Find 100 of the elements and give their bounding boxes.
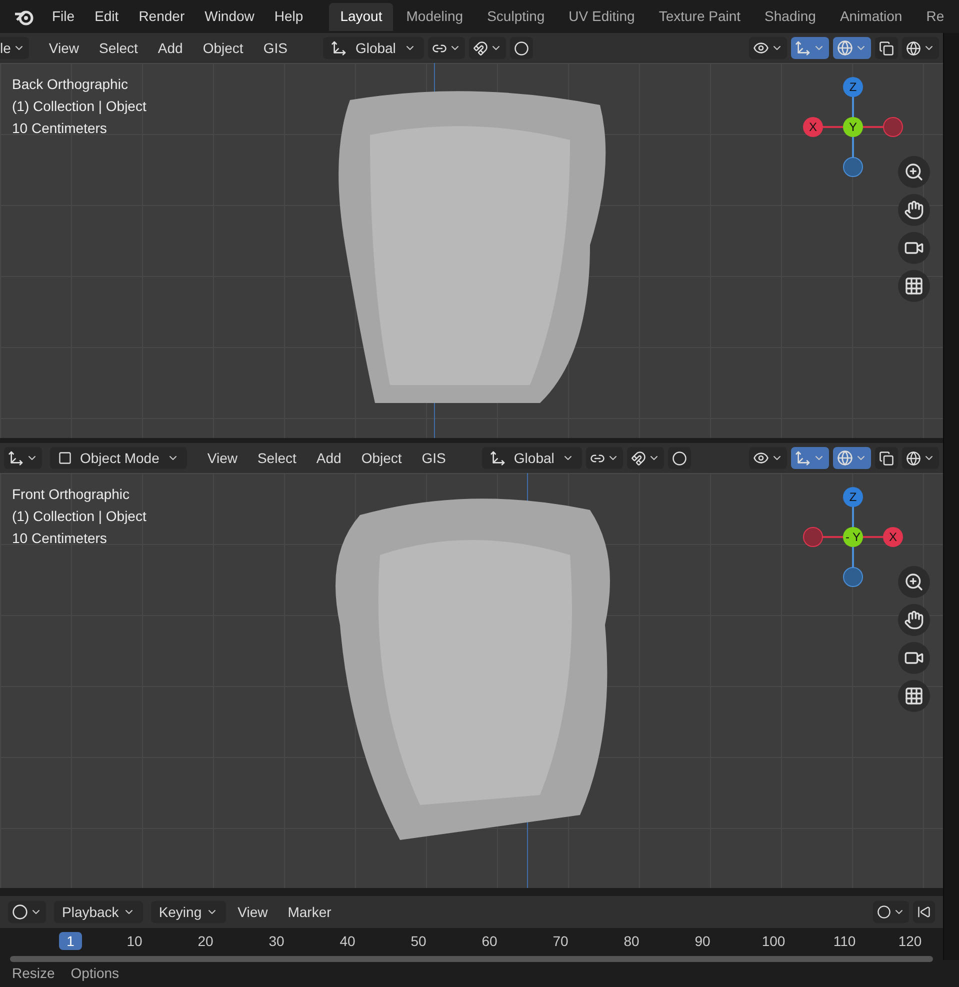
proportional-button[interactable] xyxy=(510,37,533,59)
workspace-tab[interactable]: Sculpting xyxy=(476,2,556,30)
magnet-icon xyxy=(472,40,488,56)
axis-y-handle[interactable]: - Y xyxy=(843,527,863,547)
workspace-tab[interactable]: Animation xyxy=(828,2,914,30)
timeline-dropdown[interactable]: Playback xyxy=(54,901,143,923)
navigation-button[interactable] xyxy=(898,270,930,302)
squares-icon xyxy=(879,40,894,56)
frame-number[interactable]: 90 xyxy=(667,930,738,952)
globe-icon xyxy=(837,450,853,466)
viewport-info-text: (1) Collection | Object xyxy=(12,507,146,526)
circle-icon xyxy=(877,905,891,919)
axis-z-handle[interactable]: Z xyxy=(843,487,863,507)
timeline-dropdown[interactable]: Keying xyxy=(150,901,226,923)
mode-dropdown[interactable]: Object Mode xyxy=(50,447,188,469)
workspace-tab[interactable]: Layout xyxy=(329,2,394,30)
menu-item[interactable]: GIS xyxy=(255,37,296,59)
workspace-tab[interactable]: Re xyxy=(915,2,956,30)
axes-icon xyxy=(8,450,24,466)
visibility-button[interactable] xyxy=(749,37,787,59)
shading-button[interactable] xyxy=(902,37,939,59)
jump-start-button[interactable] xyxy=(913,901,935,923)
visibility-button[interactable] xyxy=(749,447,787,469)
viewport-info-text: 10 Centimeters xyxy=(12,529,108,548)
menu-item[interactable]: Window xyxy=(194,6,264,27)
navigation-button[interactable] xyxy=(898,680,930,712)
gizmo-button[interactable] xyxy=(791,37,829,59)
frame-number[interactable]: 60 xyxy=(454,930,525,952)
pivot-button[interactable] xyxy=(586,447,624,469)
frame-number[interactable]: 110 xyxy=(809,930,880,952)
arrows-icon xyxy=(795,450,811,466)
circle-icon xyxy=(514,40,529,56)
axes-icon xyxy=(331,40,348,56)
shading-button[interactable] xyxy=(902,447,939,469)
xray-button[interactable] xyxy=(875,447,898,469)
axis-handle[interactable] xyxy=(843,567,863,587)
viewport-canvas[interactable]: Back Orthographic (1) Collection | Object 10 Centimeters Z X Y xyxy=(0,63,943,438)
overlay-button[interactable] xyxy=(833,37,871,59)
sphere-icon xyxy=(906,450,921,466)
globe-icon xyxy=(837,40,853,56)
timeline-scrollbar[interactable] xyxy=(0,954,943,964)
keyframe-button[interactable] xyxy=(873,901,909,923)
viewport-canvas[interactable]: Front Orthographic (1) Collection | Object 10 Centimeters Z - Y X xyxy=(0,473,943,888)
xray-button[interactable] xyxy=(875,37,898,59)
workspace-tab[interactable]: Shading xyxy=(754,2,827,30)
snap-button[interactable] xyxy=(627,447,664,469)
frame-number[interactable]: 40 xyxy=(312,930,383,952)
menu-item[interactable]: Add xyxy=(308,447,350,469)
menu-item[interactable]: Add xyxy=(150,37,191,59)
workspace-tab[interactable]: Modeling xyxy=(395,2,474,30)
menu-item[interactable]: View xyxy=(230,901,276,923)
frame-number[interactable]: 80 xyxy=(596,930,667,952)
editor-type-button[interactable]: le xyxy=(0,37,29,59)
grid-icon xyxy=(904,276,924,296)
navigation-button[interactable] xyxy=(898,642,930,674)
frame-number[interactable]: 10 xyxy=(99,930,170,952)
menu-item[interactable]: GIS xyxy=(414,447,454,469)
snap-button[interactable] xyxy=(468,37,506,59)
axis-handle[interactable]: X xyxy=(803,117,823,137)
menu-item[interactable]: Object xyxy=(353,447,410,469)
navigation-button[interactable] xyxy=(898,156,930,188)
axis-y-handle[interactable]: Y xyxy=(843,117,863,137)
frame-number[interactable]: 120 xyxy=(880,930,940,952)
editor-type-button[interactable] xyxy=(4,447,42,469)
editor-type-button[interactable] xyxy=(8,901,46,923)
menu-item[interactable]: Select xyxy=(91,37,146,59)
menu-item[interactable]: Object xyxy=(194,37,252,59)
axis-handle[interactable] xyxy=(803,527,823,547)
menu-item[interactable]: Render xyxy=(128,6,195,27)
pivot-button[interactable] xyxy=(428,37,465,59)
navigation-button[interactable] xyxy=(898,194,930,226)
frame-number[interactable]: 1 xyxy=(42,930,99,952)
axis-handle[interactable] xyxy=(883,117,903,137)
frame-number[interactable]: 20 xyxy=(170,930,241,952)
menu-item[interactable]: Edit xyxy=(84,6,129,27)
frame-number[interactable]: 30 xyxy=(241,930,312,952)
axis-z-handle[interactable]: Z xyxy=(843,77,863,97)
workspace-tab[interactable]: Texture Paint xyxy=(648,2,752,30)
menu-item[interactable]: File xyxy=(42,6,85,27)
menu-item[interactable]: Help xyxy=(264,6,314,27)
cube-icon xyxy=(58,451,72,465)
frame-number[interactable]: 100 xyxy=(738,930,809,952)
eye-icon xyxy=(753,40,769,56)
menu-item[interactable]: View xyxy=(40,37,87,59)
axis-handle[interactable]: X xyxy=(883,527,903,547)
orientation-dropdown[interactable]: Global xyxy=(323,37,424,59)
overlay-button[interactable] xyxy=(833,447,871,469)
menu-item[interactable]: Select xyxy=(249,447,304,469)
navigation-button[interactable] xyxy=(898,232,930,264)
orientation-dropdown[interactable]: Global xyxy=(482,447,582,469)
axis-handle[interactable] xyxy=(843,157,863,177)
frame-number[interactable]: 50 xyxy=(383,930,454,952)
workspace-tab[interactable]: UV Editing xyxy=(558,2,646,30)
menu-item[interactable]: Marker xyxy=(280,901,340,923)
gizmo-button[interactable] xyxy=(791,447,829,469)
proportional-button[interactable] xyxy=(668,447,692,469)
navigation-button[interactable] xyxy=(898,604,930,636)
menu-item[interactable]: View xyxy=(199,447,246,469)
navigation-button[interactable] xyxy=(898,566,930,598)
frame-number[interactable]: 70 xyxy=(525,930,596,952)
